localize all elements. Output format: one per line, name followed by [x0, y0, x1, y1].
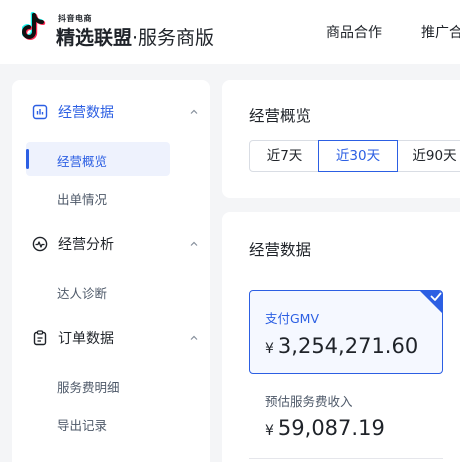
metric-number: 59,087.19 — [277, 416, 385, 440]
overview-title: 经营概览 — [249, 107, 312, 125]
chevron-up-icon — [190, 335, 198, 340]
sidebar-item-order-status[interactable]: 出单情况 — [26, 180, 170, 214]
overview-card — [222, 80, 460, 198]
metric-divider — [249, 458, 443, 459]
range-90-days-button[interactable]: 近90天 — [397, 140, 460, 172]
brand-title: 精选联盟·服务商版 — [56, 23, 214, 50]
metric-card-gmv[interactable] — [249, 290, 443, 374]
sidebar-section-order-data[interactable]: 订单数据 — [12, 318, 210, 358]
metric-number: 3,254,271.60 — [277, 334, 419, 358]
sidebar-item-label: 出单情况 — [57, 192, 108, 207]
sidebar-item-label: 经营概览 — [57, 154, 108, 169]
metric-value-gmv: ¥3,254,271.60 — [265, 334, 418, 358]
metric-label-service-fee: 预估服务费收入 — [265, 394, 353, 409]
range-30-days-button[interactable]: 近30天 — [318, 140, 398, 172]
sidebar-item-label: 服务费明细 — [57, 380, 120, 395]
sidebar-section-business-data[interactable]: 经营数据 — [12, 92, 210, 132]
chevron-up-icon — [190, 241, 198, 246]
business-data-title: 经营数据 — [249, 241, 312, 259]
sidebar: 经营数据 经营概览 出单情况 经营分析 达人诊断 订单数据 服务费明细 导出记录 — [12, 80, 210, 462]
brand-main-text: 精选联盟 — [56, 27, 133, 49]
sidebar-section-label: 经营分析 — [58, 237, 114, 253]
bar-chart-icon — [32, 104, 48, 120]
active-indicator — [26, 149, 29, 169]
sidebar-item-influencer-diagnosis[interactable]: 达人诊断 — [26, 274, 170, 308]
nav-product-cooperation[interactable]: 商品合作 — [326, 22, 382, 42]
currency-symbol: ¥ — [265, 341, 274, 357]
sidebar-item-business-overview[interactable]: 经营概览 — [26, 142, 170, 176]
sidebar-section-label: 订单数据 — [58, 331, 114, 347]
metric-label-gmv: 支付GMV — [265, 311, 320, 326]
pulse-icon — [32, 236, 48, 252]
douyin-logo-icon — [22, 12, 46, 40]
sidebar-item-label: 导出记录 — [57, 418, 108, 433]
brand-sub-text: ·服务商版 — [132, 27, 215, 49]
currency-symbol: ¥ — [265, 423, 274, 439]
nav-promotion[interactable]: 推广合 — [421, 22, 460, 42]
sidebar-item-export-records[interactable]: 导出记录 — [26, 406, 170, 440]
sidebar-item-label: 达人诊断 — [57, 286, 108, 301]
sidebar-section-label: 经营数据 — [58, 105, 114, 121]
sidebar-section-business-analysis[interactable]: 经营分析 — [12, 224, 210, 264]
checkmark-icon — [420, 291, 442, 313]
metric-value-service-fee: ¥59,087.19 — [265, 416, 385, 440]
chevron-up-icon — [190, 109, 198, 114]
clipboard-icon — [33, 330, 47, 346]
sidebar-item-service-fee-details[interactable]: 服务费明细 — [26, 368, 170, 402]
top-header: 抖音电商 精选联盟·服务商版 商品合作 推广合 — [0, 0, 460, 64]
range-7-days-button[interactable]: 近7天 — [249, 140, 320, 172]
